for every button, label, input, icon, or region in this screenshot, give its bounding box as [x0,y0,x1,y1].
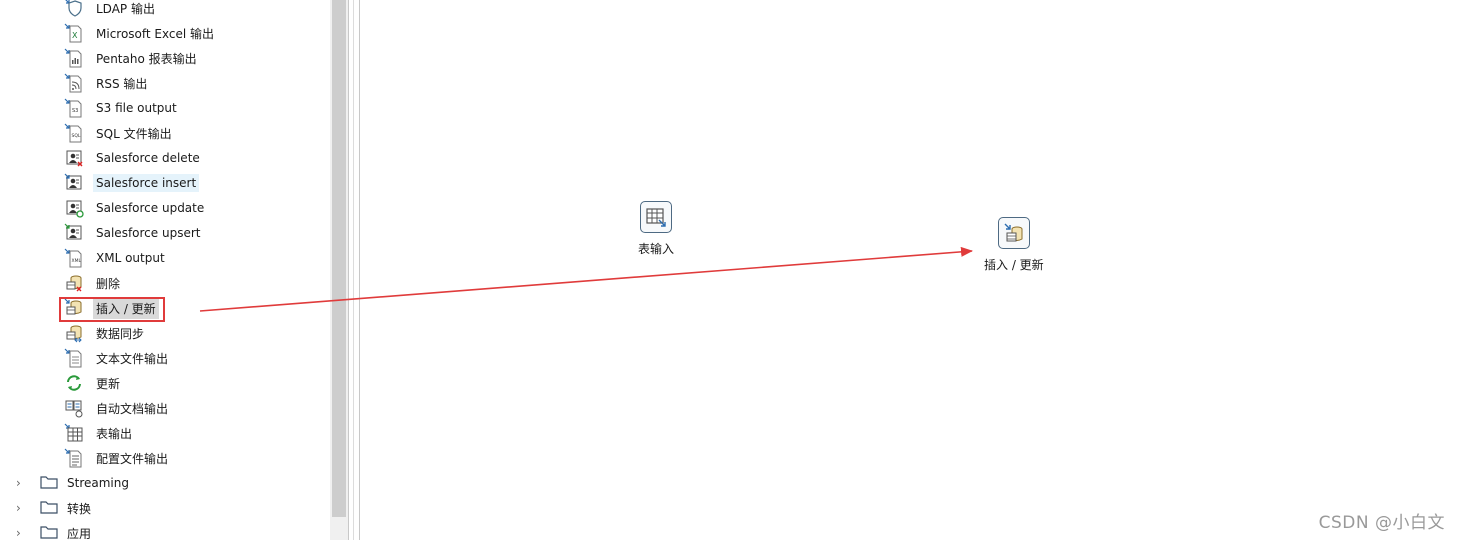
salesforce-delete-icon [64,148,84,168]
refresh-icon [64,373,84,393]
tree-item-label: RSS 输出 [96,76,148,91]
tree-scrollbar-thumb[interactable] [332,0,346,517]
step-insert-update[interactable]: 插入 / 更新 [984,217,1044,273]
design-tree-panel: LDAP 输出 X Microsoft Excel 输出 Pentaho 报表输出… [0,0,348,540]
watermark: CSDN @小白文 [1318,513,1445,533]
salesforce-update-icon [64,198,84,218]
tree-item[interactable]: 数据同步 [64,322,147,344]
tree-folder[interactable]: › 转换 [16,497,91,519]
folder-icon [40,475,58,492]
delete-db-icon [64,273,84,293]
tree-item-label: Salesforce upsert [96,226,201,240]
tree-item[interactable]: 表输出 [64,422,135,444]
panel-splitter[interactable] [348,0,360,540]
chevron-right-icon[interactable]: › [16,501,30,515]
tree-folder-label: 应用 [67,526,92,540]
tree-item-label: S3 file output [96,101,177,115]
chevron-right-icon[interactable]: › [16,476,30,490]
tree-item-label: XML output [96,251,165,265]
tree-item[interactable]: 更新 [64,372,123,394]
tree-item-label: 更新 [96,376,121,391]
xml-file-icon: XML [64,248,84,268]
table-input-icon [640,201,672,233]
transformation-canvas[interactable]: 表输入 插入 / 更新 [199,0,1459,540]
tree-item-label: 配置文件输出 [96,451,169,466]
tree-item[interactable]: Pentaho 报表输出 [64,47,200,69]
config-file-icon [64,448,84,468]
folder-icon [40,500,58,517]
step-table-input[interactable]: 表输入 [638,201,674,257]
tree-folder-label: 转换 [67,501,92,516]
tree-item[interactable]: 删除 [64,272,123,294]
tree-item-label: LDAP 输出 [96,1,155,16]
tree-item-label: 表输出 [96,426,133,441]
table-output-icon [64,423,84,443]
tree-item-label: Microsoft Excel 输出 [96,26,215,41]
tree-item[interactable]: Salesforce insert [64,172,200,194]
step-insert-update-label: 插入 / 更新 [984,258,1044,272]
svg-text:X: X [72,31,78,40]
tree-item[interactable]: Salesforce update [64,197,207,219]
svg-text:XML: XML [72,258,82,264]
sync-db-icon [64,323,84,343]
tree-folder-label: Streaming [67,476,129,490]
annotation-highlight-box [59,297,165,322]
sql-file-icon: SQL [64,123,84,143]
tree-item-label: Salesforce delete [96,151,200,165]
tree-item-label: 删除 [96,276,121,291]
annotation-arrow [199,246,973,312]
tree-item[interactable]: Salesforce delete [64,147,203,169]
text-file-icon [64,348,84,368]
tree-item-label: 自动文档输出 [96,401,169,416]
tree-item[interactable]: LDAP 输出 [64,0,158,19]
step-table-input-label: 表输入 [638,242,675,256]
tree-item-label: SQL 文件输出 [96,126,172,141]
svg-text:SQL: SQL [72,133,81,139]
insert-update-db-icon [997,217,1030,249]
ldap-shield-icon [64,0,84,18]
tree-item-label: 文本文件输出 [96,351,169,366]
tree-folder[interactable]: › Streaming [16,472,129,494]
tree-folder[interactable]: › 应用 [16,522,91,540]
chevron-right-icon[interactable]: › [16,526,30,540]
tree-item[interactable]: 文本文件输出 [64,347,171,369]
tree-item-label: 数据同步 [96,326,145,341]
tree-item-label: Salesforce insert [93,174,200,192]
folder-icon [40,525,58,540]
tree-item-label: Salesforce update [96,201,205,215]
salesforce-upsert-icon [64,223,84,243]
rss-file-icon [64,73,84,93]
auto-doc-icon [64,398,84,418]
report-file-icon [64,48,84,68]
tree-item[interactable]: 自动文档输出 [64,397,171,419]
salesforce-insert-icon [64,173,84,193]
s3-file-icon: S3 [64,98,84,118]
tree-item[interactable]: RSS 输出 [64,72,150,94]
tree-item[interactable]: X Microsoft Excel 输出 [64,22,217,44]
svg-text:S3: S3 [72,108,78,114]
excel-file-icon: X [64,23,84,43]
tree-item-label: Pentaho 报表输出 [96,51,197,66]
tree-item[interactable]: XML XML output [64,247,168,269]
tree-item[interactable]: Salesforce upsert [64,222,203,244]
tree-item[interactable]: SQL SQL 文件输出 [64,122,175,144]
tree-item[interactable]: S3 S3 file output [64,97,180,119]
tree-item[interactable]: 配置文件输出 [64,447,171,469]
